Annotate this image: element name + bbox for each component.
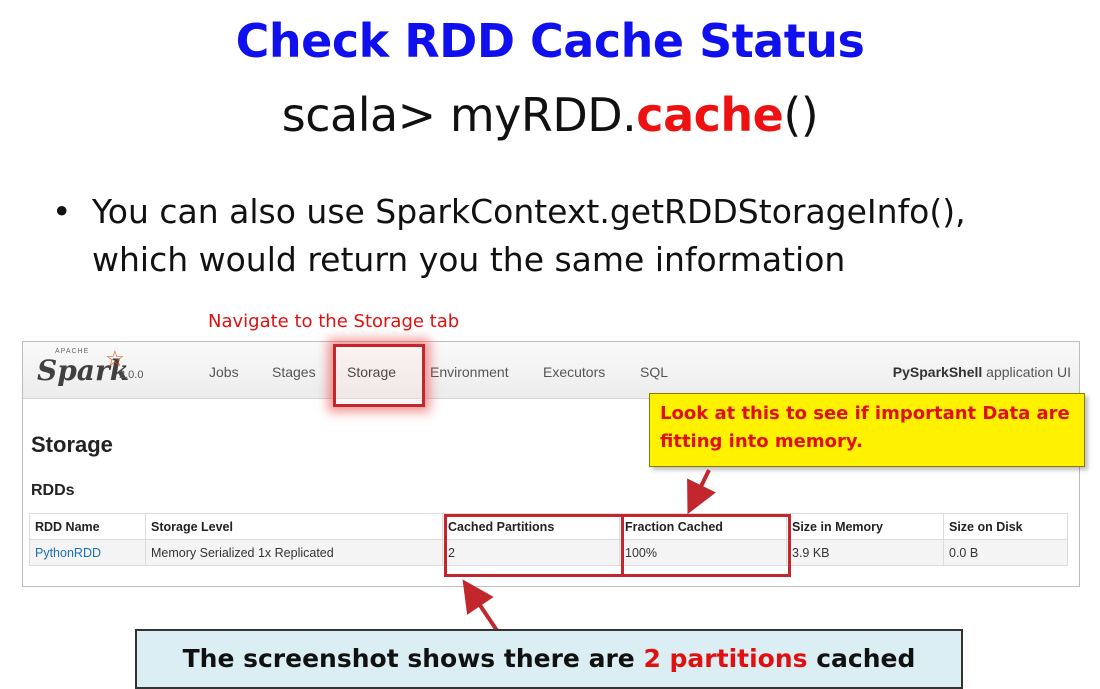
spark-navbar: APACHE Spark ☆ 2.0.0 Jobs Stages Storage… [23,342,1079,399]
app-name-label: PySparkShell application UI [893,364,1071,380]
code-line: scala> myRDD.cache() [0,88,1100,142]
cell-storage-level: Memory Serialized 1x Replicated [145,539,443,566]
col-rdd-name[interactable]: RDD Name [29,513,146,540]
app-name: PySparkShell [892,364,983,380]
cell-size-on-disk: 0.0 B [943,539,1068,566]
code-method: cache [636,88,784,142]
storage-tab-highlight [333,344,425,407]
fraction-cached-highlight [621,514,791,577]
spark-version: 2.0.0 [119,369,144,381]
cell-rdd-name[interactable]: PythonRDD [29,539,146,566]
callout-suffix: cached [807,644,916,673]
callout-highlight: 2 partitions [643,644,808,673]
tab-executors[interactable]: Executors [543,364,605,380]
callout-prefix: The screenshot shows there are [182,644,644,673]
navigate-annotation: Navigate to the Storage tab [208,311,460,332]
section-title-rdds: RDDs [31,482,75,499]
tab-sql[interactable]: SQL [640,364,668,380]
tab-environment[interactable]: Environment [430,364,509,380]
cached-partitions-highlight [444,514,624,577]
app-suffix: application UI [982,364,1071,380]
tab-jobs[interactable]: Jobs [209,364,239,380]
col-size-in-memory[interactable]: Size in Memory [786,513,944,540]
memory-callout: Look at this to see if important Data ar… [649,393,1085,467]
code-prefix: scala> myRDD. [281,88,637,142]
code-suffix: () [783,88,819,142]
tab-stages[interactable]: Stages [272,364,316,380]
bullet-dot: • [52,192,72,231]
col-size-on-disk[interactable]: Size on Disk [943,513,1068,540]
col-storage-level[interactable]: Storage Level [145,513,443,540]
slide-title: Check RDD Cache Status [235,14,865,68]
rdd-link[interactable]: PythonRDD [35,546,101,560]
arrow-to-cached-partitions [462,579,500,634]
partitions-callout: The screenshot shows there are 2 partiti… [135,629,963,689]
page-title: Storage [31,432,113,457]
bullet-text: You can also use SparkContext.getRDDStor… [92,192,966,279]
cell-size-in-memory: 3.9 KB [786,539,944,566]
